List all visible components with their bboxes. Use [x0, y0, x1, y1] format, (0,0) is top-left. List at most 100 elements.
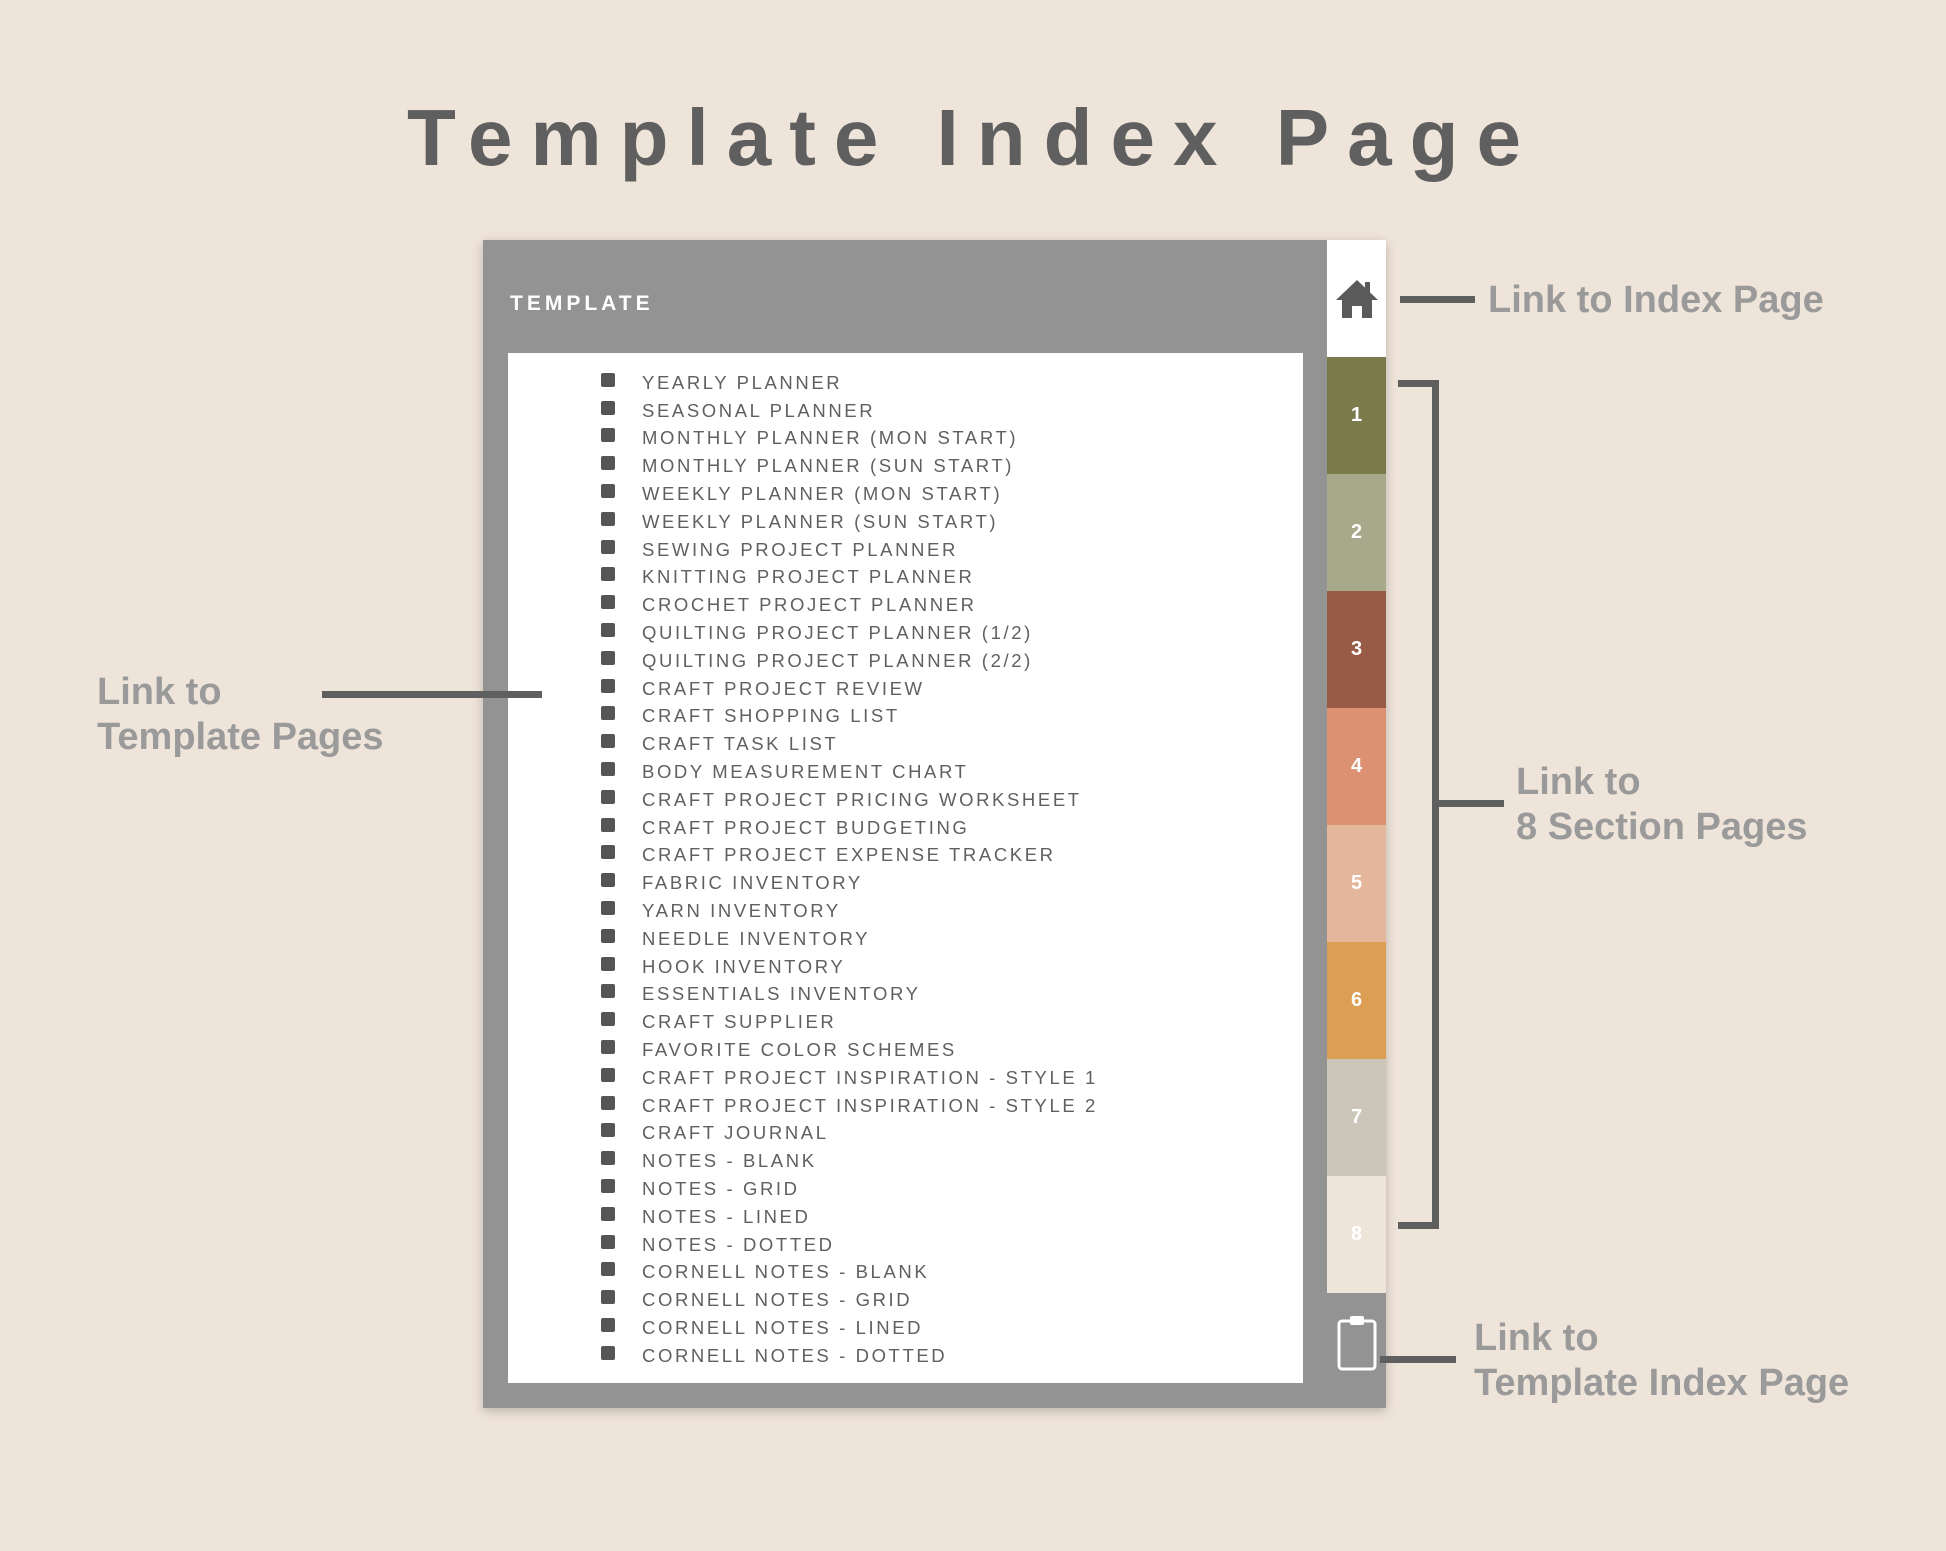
annotation-index-page: Link to Index Page	[1488, 278, 1824, 323]
template-item-label: FABRIC INVENTORY	[642, 872, 863, 894]
section-tab-label: 6	[1350, 989, 1363, 1011]
bullet-icon	[601, 706, 615, 721]
template-item[interactable]: NOTES - BLANK	[508, 1147, 1303, 1175]
annotation-template-index: Link to Template Index Page	[1474, 1316, 1849, 1406]
template-item[interactable]: CROCHET PROJECT PLANNER	[508, 591, 1303, 619]
bullet-icon	[601, 817, 615, 832]
template-item[interactable]: CRAFT JOURNAL	[508, 1120, 1303, 1148]
section-tab-label: 8	[1350, 1223, 1363, 1245]
annotation-section-pages: Link to 8 Section Pages	[1516, 760, 1807, 850]
template-item-label: SEASONAL PLANNER	[642, 399, 876, 421]
bullet-icon	[601, 1234, 615, 1249]
bullet-icon	[601, 678, 615, 693]
template-item-label: CRAFT PROJECT EXPENSE TRACKER	[642, 844, 1056, 866]
template-item[interactable]: CRAFT PROJECT EXPENSE TRACKER	[508, 842, 1303, 870]
template-item-label: CRAFT PROJECT REVIEW	[642, 677, 925, 699]
template-item[interactable]: CRAFT PROJECT INSPIRATION - STYLE 2	[508, 1092, 1303, 1120]
template-item[interactable]: CRAFT PROJECT BUDGETING	[508, 814, 1303, 842]
template-item[interactable]: YARN INVENTORY	[508, 897, 1303, 925]
template-item-label: QUILTING PROJECT PLANNER (1/2)	[642, 622, 1033, 644]
template-item-label: CROCHET PROJECT PLANNER	[642, 594, 977, 616]
annotation-index-page-text: Link to Index Page	[1488, 279, 1824, 321]
template-item[interactable]: CRAFT PROJECT REVIEW	[508, 675, 1303, 703]
bracket-stem	[1436, 800, 1504, 807]
template-item-label: MONTHLY PLANNER (MON START)	[642, 427, 1019, 449]
template-item[interactable]: FABRIC INVENTORY	[508, 869, 1303, 897]
bullet-icon	[601, 984, 615, 999]
annotation-section-pages-line2: 8 Section Pages	[1516, 806, 1808, 848]
section-tab-4[interactable]: 4	[1327, 708, 1386, 825]
section-tab-3[interactable]: 3	[1327, 591, 1386, 708]
annotation-template-pages-line2: Template Pages	[97, 716, 384, 758]
template-item-label: CRAFT SUPPLIER	[642, 1011, 837, 1033]
template-item[interactable]: CRAFT SHOPPING LIST	[508, 703, 1303, 731]
template-item[interactable]: NOTES - DOTTED	[508, 1231, 1303, 1259]
template-item[interactable]: CORNELL NOTES - BLANK	[508, 1259, 1303, 1287]
template-item[interactable]: CRAFT PROJECT PRICING WORKSHEET	[508, 786, 1303, 814]
annotation-section-pages-line1: Link to	[1516, 761, 1641, 803]
template-item-label: HOOK INVENTORY	[642, 955, 846, 977]
home-icon	[1335, 279, 1378, 318]
template-item[interactable]: CRAFT PROJECT INSPIRATION - STYLE 1	[508, 1064, 1303, 1092]
template-item-label: NOTES - LINED	[642, 1205, 811, 1227]
section-tab-8[interactable]: 8	[1327, 1176, 1386, 1293]
template-item[interactable]: BODY MEASUREMENT CHART	[508, 758, 1303, 786]
bullet-icon	[601, 623, 615, 638]
template-item[interactable]: CRAFT TASK LIST	[508, 730, 1303, 758]
bullet-icon	[601, 1317, 615, 1332]
template-item-label: YEARLY PLANNER	[642, 371, 843, 393]
home-tab[interactable]	[1327, 240, 1386, 357]
template-item[interactable]: NOTES - LINED	[508, 1203, 1303, 1231]
bullet-icon	[601, 400, 615, 415]
template-item[interactable]: SEASONAL PLANNER	[508, 397, 1303, 425]
template-item[interactable]: KNITTING PROJECT PLANNER	[508, 564, 1303, 592]
template-item-label: MONTHLY PLANNER (SUN START)	[642, 455, 1015, 477]
bullet-icon	[601, 1095, 615, 1110]
bullet-icon	[601, 928, 615, 943]
section-tab-5[interactable]: 5	[1327, 825, 1386, 942]
template-item[interactable]: WEEKLY PLANNER (SUN START)	[508, 508, 1303, 536]
template-item[interactable]: YEARLY PLANNER	[508, 369, 1303, 397]
template-item[interactable]: WEEKLY PLANNER (MON START)	[508, 480, 1303, 508]
bullet-icon	[601, 1206, 615, 1221]
section-tab-label: 3	[1350, 638, 1363, 660]
template-item-label: NEEDLE INVENTORY	[642, 927, 871, 949]
bullet-icon	[601, 650, 615, 665]
planner-header: TEMPLATE	[510, 292, 654, 315]
template-item-label: CORNELL NOTES - GRID	[642, 1289, 913, 1311]
section-tab-1[interactable]: 1	[1327, 357, 1386, 474]
template-item[interactable]: MONTHLY PLANNER (MON START)	[508, 425, 1303, 453]
section-tab-6[interactable]: 6	[1327, 942, 1386, 1059]
bullet-icon	[601, 1067, 615, 1082]
template-item[interactable]: ESSENTIALS INVENTORY	[508, 981, 1303, 1009]
template-index-tab[interactable]	[1327, 1293, 1386, 1393]
template-item-label: CRAFT PROJECT BUDGETING	[642, 816, 970, 838]
template-item-label: FAVORITE COLOR SCHEMES	[642, 1039, 957, 1061]
section-tab-label: 2	[1350, 521, 1363, 543]
template-item[interactable]: HOOK INVENTORY	[508, 953, 1303, 981]
bullet-icon	[601, 511, 615, 526]
template-item[interactable]: QUILTING PROJECT PLANNER (1/2)	[508, 619, 1303, 647]
template-item[interactable]: CORNELL NOTES - LINED	[508, 1314, 1303, 1342]
template-item[interactable]: CORNELL NOTES - GRID	[508, 1286, 1303, 1314]
section-tab-7[interactable]: 7	[1327, 1059, 1386, 1176]
template-item-label: CRAFT SHOPPING LIST	[642, 705, 900, 727]
template-item[interactable]: FAVORITE COLOR SCHEMES	[508, 1036, 1303, 1064]
template-item[interactable]: NOTES - GRID	[508, 1175, 1303, 1203]
template-item-label: CRAFT TASK LIST	[642, 733, 839, 755]
template-item[interactable]: CORNELL NOTES - DOTTED	[508, 1342, 1303, 1370]
section-tab-label: 7	[1350, 1106, 1363, 1128]
bullet-icon	[601, 484, 615, 499]
template-item[interactable]: SEWING PROJECT PLANNER	[508, 536, 1303, 564]
template-item[interactable]: MONTHLY PLANNER (SUN START)	[508, 452, 1303, 480]
section-tab-2[interactable]: 2	[1327, 474, 1386, 591]
bullet-icon	[601, 734, 615, 749]
bracket-bottom	[1398, 1222, 1438, 1229]
bullet-icon	[601, 1290, 615, 1305]
template-item[interactable]: CRAFT SUPPLIER	[508, 1008, 1303, 1036]
template-item-label: CORNELL NOTES - BLANK	[642, 1261, 930, 1283]
template-item-label: KNITTING PROJECT PLANNER	[642, 566, 975, 588]
template-item[interactable]: QUILTING PROJECT PLANNER (2/2)	[508, 647, 1303, 675]
template-item[interactable]: NEEDLE INVENTORY	[508, 925, 1303, 953]
template-item-label: CRAFT PROJECT PRICING WORKSHEET	[642, 788, 1082, 810]
